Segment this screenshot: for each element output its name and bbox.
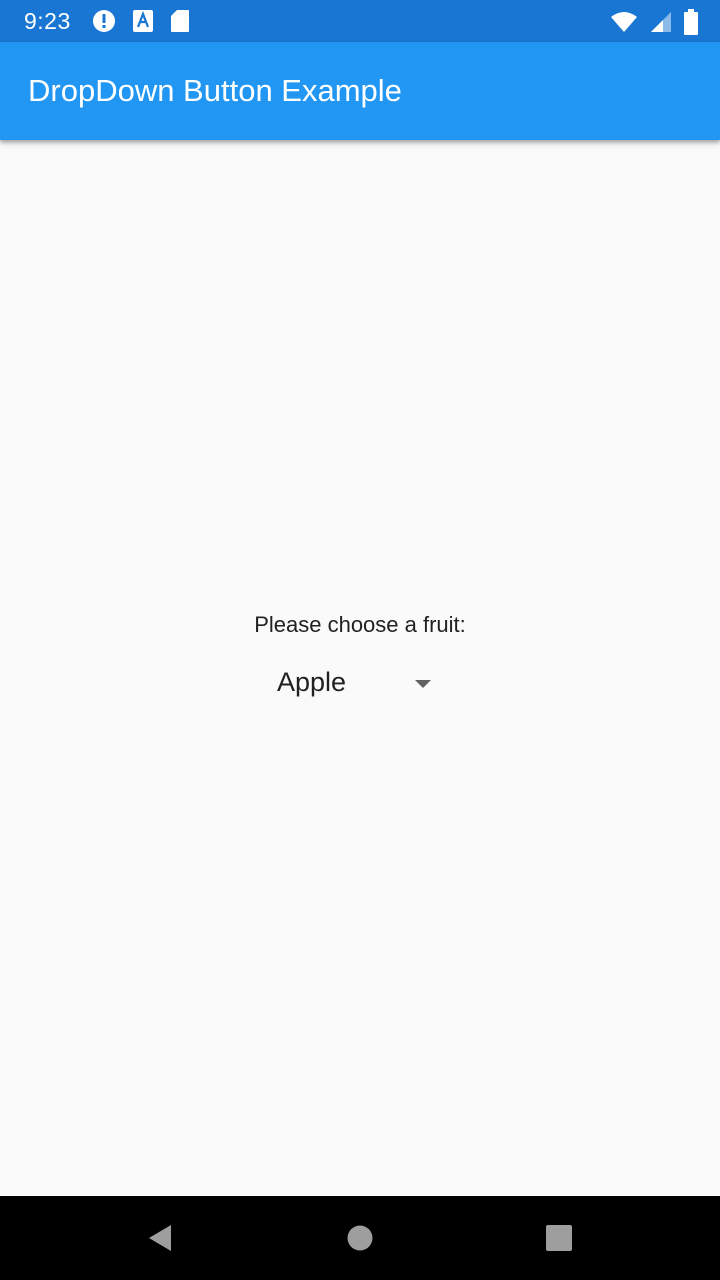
recents-icon[interactable]	[543, 1222, 575, 1254]
fruit-dropdown-value: Apple	[277, 667, 347, 697]
alert-icon	[93, 10, 115, 32]
status-icons-left	[92, 9, 206, 33]
status-icons-right	[598, 9, 698, 35]
arrow-drop-down-icon	[415, 680, 431, 688]
home-icon[interactable]	[344, 1222, 376, 1254]
sd-card-icon	[171, 10, 189, 32]
cell-signal-icon	[651, 12, 671, 32]
page-title: DropDown Button Example	[28, 73, 402, 108]
status-bar: 9:23	[0, 0, 720, 42]
battery-icon	[684, 9, 698, 35]
a-notification-icon	[133, 10, 153, 32]
fruit-prompt-label: Please choose a fruit:	[254, 612, 466, 637]
fruit-dropdown[interactable]: Apple	[277, 660, 441, 708]
main-content: Please choose a fruit: Apple	[0, 140, 720, 1196]
back-icon[interactable]	[144, 1222, 176, 1254]
navigation-bar	[0, 1196, 720, 1280]
status-time: 9:23	[24, 8, 71, 34]
app-bar: DropDown Button Example	[0, 42, 720, 140]
wifi-icon	[611, 12, 637, 32]
